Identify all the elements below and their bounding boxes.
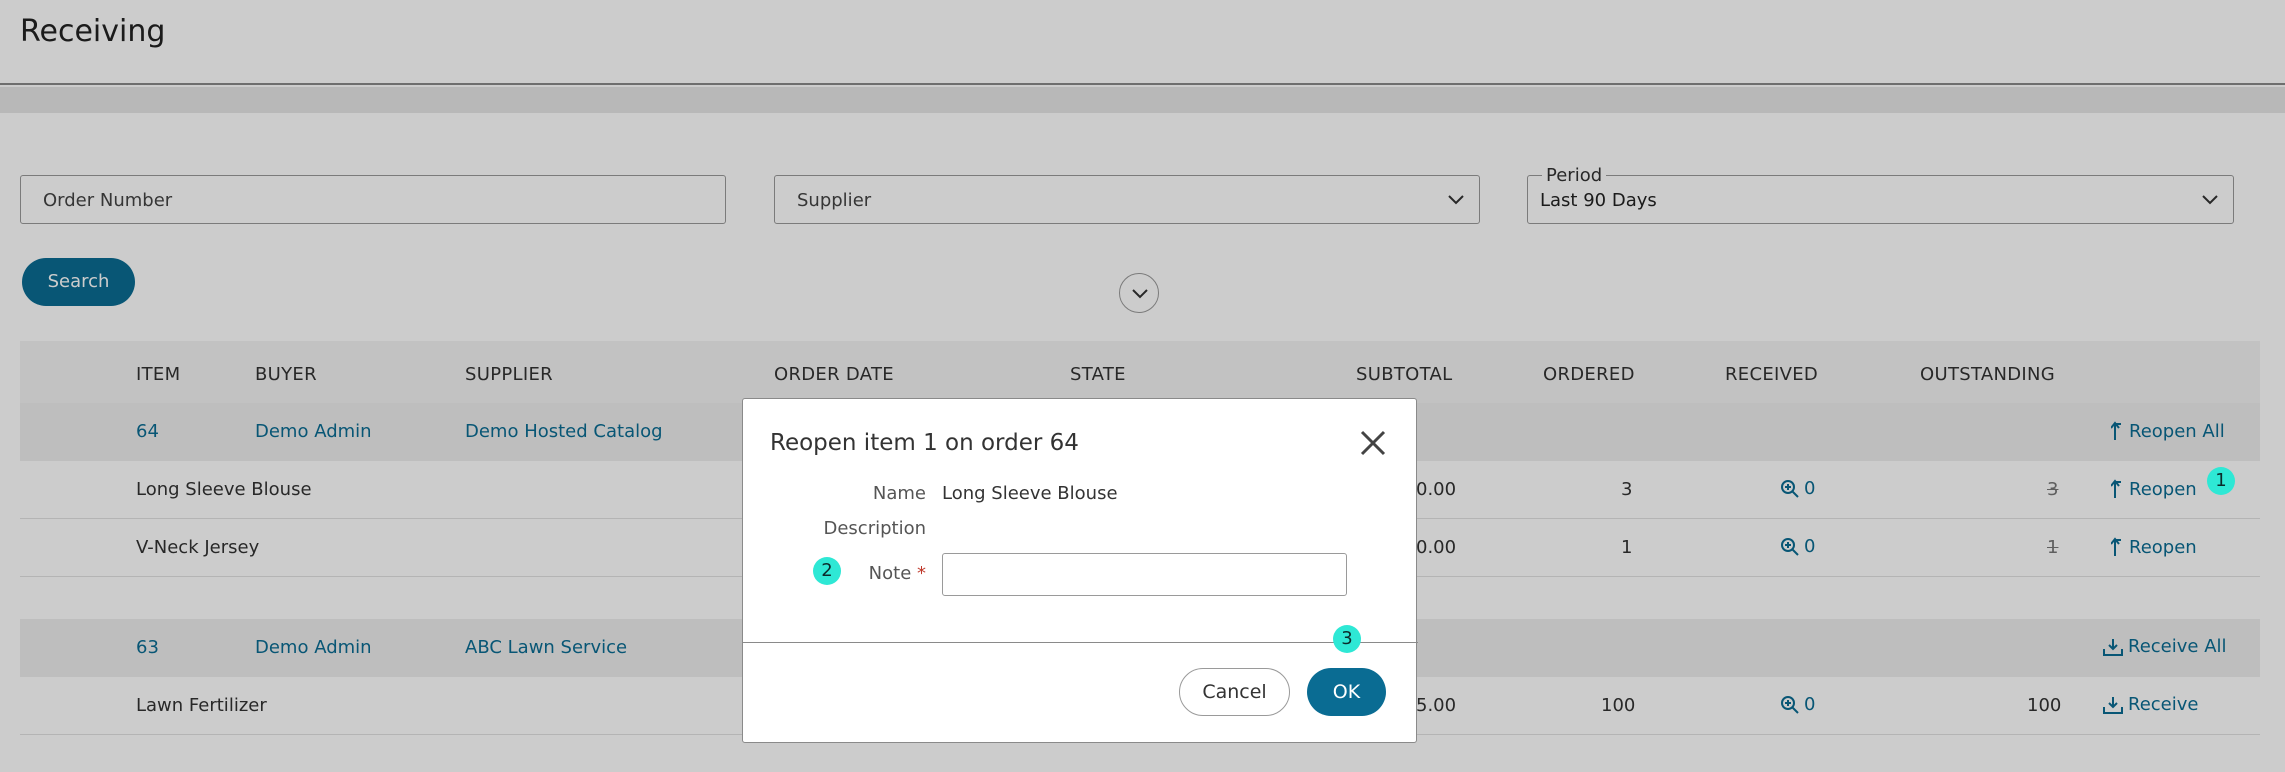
note-input[interactable] [942,553,1347,596]
note-label-text: Note [868,563,912,584]
dialog-divider [743,642,1418,643]
step-badge: 3 [1333,625,1361,653]
cancel-button[interactable]: Cancel [1179,668,1290,716]
name-value: Long Sleeve Blouse [942,483,1118,504]
step-badge: 2 [813,557,841,585]
ok-button[interactable]: OK [1307,668,1386,716]
name-label: Name [872,483,926,504]
dialog-title: Reopen item 1 on order 64 [770,430,1079,456]
description-label: Description [823,518,926,539]
reopen-item-dialog: Reopen item 1 on order 64 Name Long Slee… [742,398,1418,743]
close-icon[interactable] [1359,429,1387,457]
step-badge: 1 [2207,467,2235,495]
required-marker: * [917,563,926,584]
